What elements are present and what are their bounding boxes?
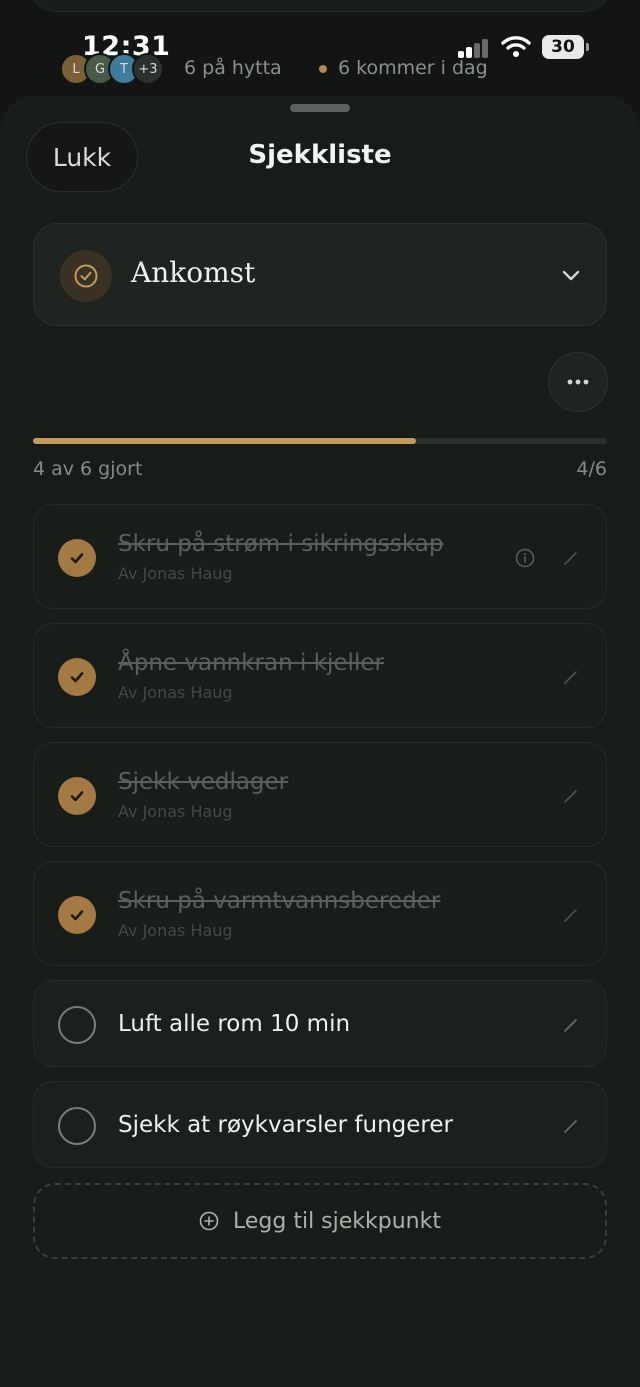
progress-bar (33, 438, 607, 444)
wifi-icon (501, 36, 531, 57)
section-selector[interactable]: Ankomst (33, 223, 607, 326)
checklist-item[interactable]: Sjekk at røykvarsler fungerer (33, 1081, 607, 1168)
edit-pencil-icon[interactable] (561, 1015, 581, 1035)
checkbox-checked[interactable] (58, 895, 96, 934)
section-name: Ankomst (131, 256, 256, 289)
check-circle-icon (60, 250, 112, 302)
edit-pencil-icon[interactable] (561, 786, 581, 806)
checkbox-checked[interactable] (58, 657, 96, 696)
checklist-item-title: Luft alle rom 10 min (118, 1010, 351, 1037)
checklist-item-title: Åpne vannkran i kjeller (118, 650, 384, 676)
checklist-item[interactable]: Sjekk vedlager Av Jonas Haug (33, 742, 607, 847)
checklist-item-title: Sjekk at røykvarsler fungerer (118, 1111, 453, 1138)
arrival-dot-icon (319, 65, 327, 73)
edit-pencil-icon[interactable] (561, 905, 581, 925)
battery-indicator: 30 (542, 35, 589, 59)
edit-pencil-icon[interactable] (561, 1116, 581, 1136)
checkbox-unchecked[interactable] (58, 1005, 96, 1044)
checklist-item-title: Skru på strøm i sikringsskap (118, 531, 444, 557)
people-count: 6 på hytta (184, 57, 282, 79)
checklist-item-title: Sjekk vedlager (118, 769, 289, 795)
checklist-item[interactable]: Skru på varmtvannsbereder Av Jonas Haug (33, 861, 607, 966)
checklist-item[interactable]: Åpne vannkran i kjeller Av Jonas Haug (33, 623, 607, 728)
checklist-item[interactable]: Skru på strøm i sikringsskap Av Jonas Hau… (33, 504, 607, 609)
chevron-down-icon (562, 270, 580, 281)
checklist-sheet: Lukk Sjekkliste Ankomst 4 av 6 gjort 4/6… (0, 96, 640, 1387)
sheet-title: Sjekkliste (248, 140, 392, 170)
checkbox-unchecked[interactable] (58, 1106, 96, 1145)
checkbox-checked[interactable] (58, 776, 96, 815)
checklist-item[interactable]: Luft alle rom 10 min (33, 980, 607, 1067)
add-checklist-item-label: Legg til sjekkpunkt (233, 1208, 441, 1234)
progress-fill (33, 438, 416, 444)
sheet-grabber[interactable] (290, 104, 350, 112)
checklist-item-author: Av Jonas Haug (118, 564, 233, 583)
checklist-item-author: Av Jonas Haug (118, 921, 233, 940)
progress-label: 4 av 6 gjort (33, 458, 143, 480)
more-options-button[interactable] (548, 352, 608, 412)
checkmark-icon (70, 790, 84, 801)
edit-pencil-icon[interactable] (561, 667, 581, 687)
arrivals-count: 6 kommer i dag (338, 57, 488, 79)
checkmark-icon (70, 909, 84, 920)
presence-bar[interactable]: L G T +3 6 på hytta 6 kommer i dag (60, 53, 500, 85)
progress-count: 4/6 (576, 458, 607, 480)
checkbox-checked[interactable] (58, 538, 96, 577)
checkmark-icon (70, 671, 84, 682)
battery-level: 30 (551, 37, 575, 57)
add-checklist-item-button[interactable]: Legg til sjekkpunkt (33, 1183, 607, 1259)
plus-circle-icon (199, 1211, 219, 1231)
checklist-item-author: Av Jonas Haug (118, 802, 233, 821)
edit-pencil-icon[interactable] (561, 548, 581, 568)
ellipsis-icon (567, 379, 589, 385)
avatar-overflow: +3 (132, 53, 164, 85)
info-icon[interactable] (514, 547, 536, 569)
checklist-item-title: Skru på varmtvannsbereder (118, 888, 441, 914)
checkmark-icon (70, 552, 84, 563)
checklist-item-author: Av Jonas Haug (118, 683, 233, 702)
